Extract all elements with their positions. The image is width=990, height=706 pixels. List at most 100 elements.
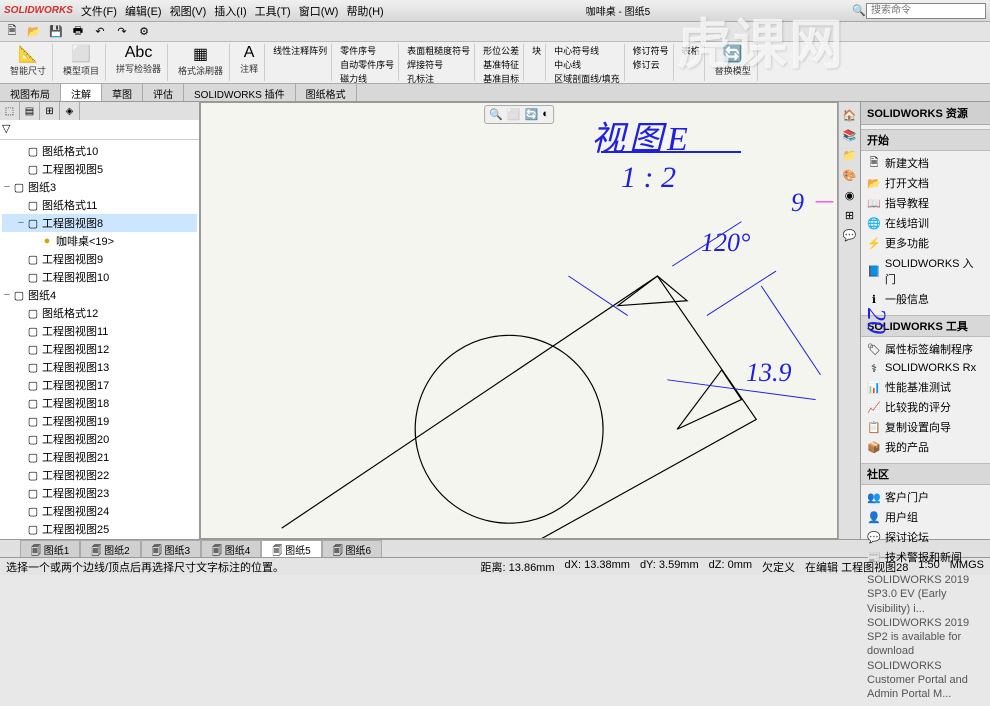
- ribbon-item[interactable]: 块: [532, 44, 541, 57]
- tree-item[interactable]: ▢图纸格式11: [2, 196, 197, 214]
- zoom-area-icon[interactable]: ⬜: [507, 108, 521, 121]
- news-item[interactable]: SOLIDWORKS Customer Portal and Admin Por…: [867, 659, 984, 702]
- display-icon[interactable]: ◐: [542, 108, 549, 121]
- tree-tab-1[interactable]: ⬚: [0, 102, 20, 120]
- ribbon-button[interactable]: A注释: [234, 44, 265, 81]
- tool-link[interactable]: 📈比较我的评分: [861, 397, 990, 417]
- view-toolbar[interactable]: 🔍 ⬜ 🔄 ◐: [484, 105, 554, 124]
- resource-link[interactable]: 🌐在线培训: [861, 213, 990, 233]
- tool-link[interactable]: 📋复制设置向导: [861, 417, 990, 437]
- view-palette-icon[interactable]: 🎨: [841, 166, 859, 184]
- resource-link[interactable]: 📘SOLIDWORKS 入门: [861, 253, 990, 289]
- tree-item[interactable]: ▢图纸格式10: [2, 142, 197, 160]
- ribbon-item[interactable]: 焊接符号: [407, 58, 470, 71]
- home-icon[interactable]: 🏠: [841, 106, 859, 124]
- tree-item[interactable]: ▢工程图视图20: [2, 430, 197, 448]
- resource-link[interactable]: ℹ一般信息: [861, 289, 990, 309]
- menu-item[interactable]: 编辑(E): [125, 3, 162, 19]
- ribbon-tab[interactable]: 评估: [143, 84, 184, 101]
- news-item[interactable]: SOLIDWORKS 2019 SP2 is available for dow…: [867, 616, 984, 659]
- open-icon[interactable]: 📂: [26, 24, 42, 40]
- print-icon[interactable]: 🖶: [70, 24, 86, 40]
- ribbon-item[interactable]: 修订符号: [633, 44, 669, 57]
- menu-item[interactable]: 插入(I): [214, 3, 246, 19]
- search-input[interactable]: [866, 3, 986, 19]
- new-icon[interactable]: 🗎: [4, 24, 20, 40]
- settings-icon[interactable]: ⚙: [136, 24, 152, 40]
- tree-item[interactable]: ▢工程图视图11: [2, 322, 197, 340]
- sheet-tab[interactable]: 🗐 图纸5: [261, 540, 321, 557]
- resource-link[interactable]: 📖指导教程: [861, 193, 990, 213]
- ribbon-tab[interactable]: 图纸格式: [296, 84, 357, 101]
- redo-icon[interactable]: ↷: [114, 24, 130, 40]
- ribbon-item[interactable]: 基准目标: [483, 72, 519, 85]
- drawing-canvas[interactable]: 🔍 ⬜ 🔄 ◐ 视图E 1 : 2 9 120°: [200, 102, 838, 539]
- tree-item[interactable]: ▢工程图视图5: [2, 160, 197, 178]
- dimension-13-9[interactable]: 13.9: [746, 358, 792, 388]
- sheet-tab[interactable]: 🗐 图纸1: [20, 540, 80, 557]
- tool-link[interactable]: 📦我的产品: [861, 437, 990, 457]
- tree-item[interactable]: −▢图纸3: [2, 178, 197, 196]
- ribbon-item[interactable]: 线性注释阵列: [273, 44, 327, 57]
- ribbon-item[interactable]: 表面粗糙度符号: [407, 44, 470, 57]
- menu-item[interactable]: 工具(T): [255, 3, 291, 19]
- tree-item[interactable]: ▢工程图视图23: [2, 484, 197, 502]
- tool-link[interactable]: 📊性能基准测试: [861, 377, 990, 397]
- tree-item[interactable]: ▢工程图视图24: [2, 502, 197, 520]
- ribbon-item[interactable]: 孔标注: [407, 72, 470, 85]
- menu-item[interactable]: 窗口(W): [299, 3, 339, 19]
- forum-icon[interactable]: 💬: [841, 226, 859, 244]
- ribbon-button[interactable]: ▦格式涂刷器: [172, 44, 230, 81]
- sheet-tab[interactable]: 🗐 图纸4: [201, 540, 261, 557]
- tree-item[interactable]: −▢工程图视图8: [2, 214, 197, 232]
- zoom-fit-icon[interactable]: 🔍: [489, 108, 503, 121]
- appearance-icon[interactable]: ◉: [841, 186, 859, 204]
- ribbon-tab[interactable]: 草图: [102, 84, 143, 101]
- community-link[interactable]: 💬探讨论坛: [861, 527, 990, 547]
- sheet-tab[interactable]: 🗐 图纸3: [141, 540, 201, 557]
- custom-icon[interactable]: ⊞: [841, 206, 859, 224]
- ribbon-item[interactable]: 零件序号: [340, 44, 394, 57]
- ribbon-item[interactable]: 形位公差: [483, 44, 519, 57]
- ribbon-button[interactable]: Abc拼写检验器: [110, 44, 168, 81]
- tree-item[interactable]: ▢工程图视图13: [2, 358, 197, 376]
- news-item[interactable]: SOLIDWORKS 2019 SP3.0 EV (Early Visibili…: [867, 573, 984, 616]
- ribbon-tab[interactable]: SOLIDWORKS 插件: [184, 84, 296, 101]
- tree-tab-4[interactable]: ◈: [60, 102, 80, 120]
- resource-link[interactable]: 🗎新建文档: [861, 153, 990, 173]
- community-link[interactable]: 👤用户组: [861, 507, 990, 527]
- ribbon-button[interactable]: 📐智能尺寸: [4, 44, 53, 81]
- dimension-20[interactable]: 20: [861, 308, 891, 334]
- sheet-tab[interactable]: 🗐 图纸6: [322, 540, 382, 557]
- tree-item[interactable]: ▢图纸格式12: [2, 304, 197, 322]
- feature-tree[interactable]: ▢图纸格式10▢工程图视图5−▢图纸3▢图纸格式11−▢工程图视图8●咖啡桌<1…: [0, 140, 199, 539]
- tree-tab-3[interactable]: ⊞: [40, 102, 60, 120]
- ribbon-item[interactable]: 区域剖面线/填充: [554, 72, 620, 85]
- tree-item[interactable]: −▢图纸4: [2, 286, 197, 304]
- ribbon-item[interactable]: 表格: [682, 44, 700, 57]
- tree-item[interactable]: ▢工程图视图12: [2, 340, 197, 358]
- explorer-icon[interactable]: 📁: [841, 146, 859, 164]
- ribbon-item[interactable]: 自动零件序号: [340, 58, 394, 71]
- dimension-120[interactable]: 120°: [701, 228, 750, 258]
- sheet-tab[interactable]: 🗐 图纸2: [80, 540, 140, 557]
- tree-item[interactable]: ▢工程图视图9: [2, 250, 197, 268]
- tree-item[interactable]: ▢工程图视图25: [2, 520, 197, 538]
- rotate-icon[interactable]: 🔄: [525, 108, 539, 121]
- menu-item[interactable]: 帮助(H): [346, 3, 383, 19]
- tool-link[interactable]: 🏷属性标签编制程序: [861, 339, 990, 359]
- tool-link[interactable]: ⚕SOLIDWORKS Rx: [861, 359, 990, 377]
- tree-item[interactable]: ▢工程图视图22: [2, 466, 197, 484]
- ribbon-tab[interactable]: 注解: [61, 84, 102, 101]
- tree-item[interactable]: ▢工程图视图19: [2, 412, 197, 430]
- community-link[interactable]: 👥客户门户: [861, 487, 990, 507]
- ribbon-tab[interactable]: 视图布局: [0, 84, 61, 101]
- filter-icon[interactable]: ▽: [2, 122, 18, 138]
- ribbon-item[interactable]: 修订云: [633, 58, 669, 71]
- resource-link[interactable]: 📂打开文档: [861, 173, 990, 193]
- tree-item[interactable]: ▢工程图视图21: [2, 448, 197, 466]
- resource-link[interactable]: ⚡更多功能: [861, 233, 990, 253]
- dimension-9[interactable]: 9: [791, 188, 804, 218]
- tree-item[interactable]: ●咖啡桌<19>: [2, 232, 197, 250]
- replace-model-button[interactable]: 🔄替换模型: [709, 44, 758, 81]
